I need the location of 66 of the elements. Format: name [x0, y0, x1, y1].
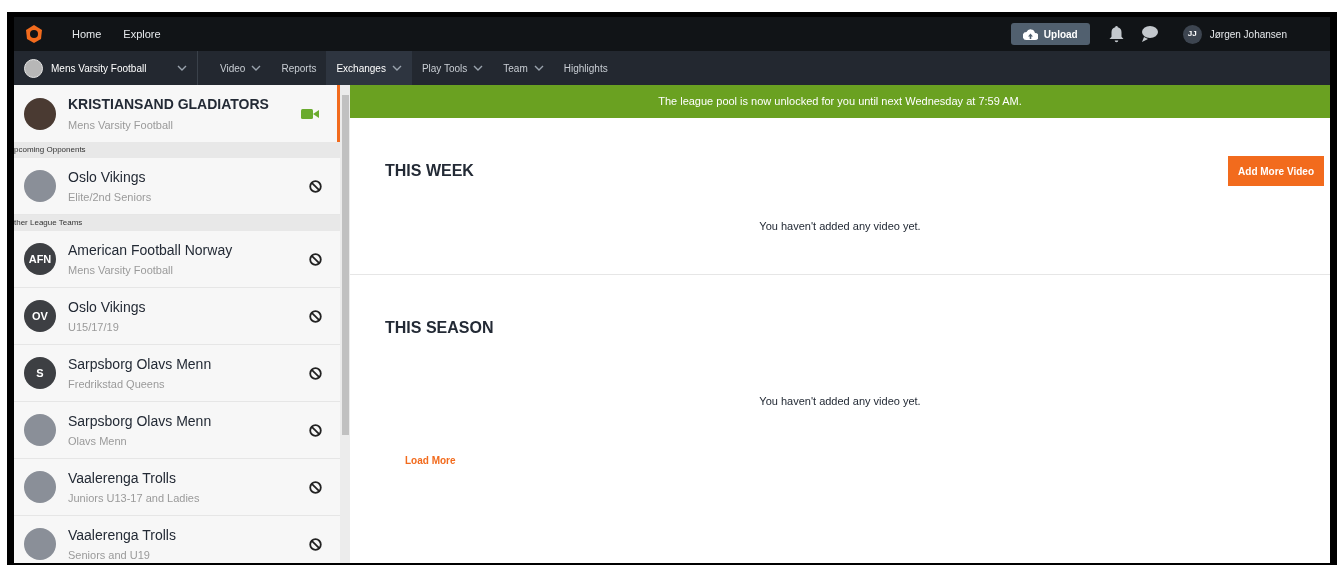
team-avatar: OV: [24, 300, 56, 332]
video-camera-icon[interactable]: [301, 107, 319, 120]
blocked-icon[interactable]: [309, 423, 322, 437]
scrollbar-thumb[interactable]: [342, 95, 349, 435]
chevron-down-icon: [473, 65, 484, 71]
team-photo: [24, 97, 56, 130]
team-row[interactable]: Sarpsborg Olavs Menn Olavs Menn: [14, 402, 340, 459]
team-avatar: S: [24, 357, 56, 389]
nav-link[interactable]: Home: [72, 25, 102, 43]
blocked-icon[interactable]: [309, 480, 322, 494]
team-subtitle: Fredrikstad Queens: [68, 376, 166, 392]
team-name: KRISTIANSAND GLADIATORS: [68, 94, 270, 114]
nav-tab[interactable]: Exchanges: [326, 51, 412, 85]
team-name: Sarpsborg Olavs Menn: [68, 411, 213, 431]
section-title: THIS SEASON: [385, 318, 495, 338]
team-name: Vaalerenga Trolls: [68, 525, 177, 545]
nav-tab[interactable]: Play Tools: [411, 51, 494, 85]
team-logo-icon: [24, 58, 43, 78]
nav-tab[interactable]: Team: [493, 51, 554, 85]
team-row[interactable]: S Sarpsborg Olavs Menn Fredrikstad Queens: [14, 345, 340, 402]
section-header: ther League Teams: [14, 215, 340, 231]
chevron-down-icon: [177, 65, 187, 71]
team-subtitle: U15/17/19: [68, 319, 120, 335]
blocked-icon[interactable]: [309, 309, 322, 323]
team-row[interactable]: Vaalerenga Trolls Juniors U13-17 and Ladies: [14, 459, 340, 516]
empty-message: You haven't added any video yet.: [759, 219, 921, 234]
team-row[interactable]: Vaalerenga Trolls Seniors and U19: [14, 516, 340, 563]
team-photo: [24, 471, 56, 503]
cloud-upload-icon: [1022, 28, 1038, 40]
nav-link[interactable]: Explore: [123, 25, 161, 43]
upload-button[interactable]: Upload: [1010, 23, 1090, 45]
nav-tab[interactable]: Highlights: [553, 51, 618, 85]
blocked-icon[interactable]: [309, 252, 322, 266]
chevron-down-icon: [251, 65, 262, 71]
team-name: Oslo Vikings: [68, 297, 147, 317]
team-photo: [24, 170, 56, 202]
bell-icon[interactable]: [1107, 24, 1125, 44]
team-subtitle: Seniors and U19: [68, 547, 151, 563]
blocked-icon[interactable]: [309, 537, 322, 551]
team-photo: [24, 528, 56, 560]
blocked-icon[interactable]: [309, 179, 322, 193]
team-avatar: AFN: [24, 243, 56, 275]
section-title: THIS WEEK: [385, 161, 474, 181]
team-row[interactable]: AFN American Football Norway Mens Varsity Football: [14, 231, 340, 288]
empty-message: You haven't added any video yet.: [759, 394, 921, 409]
chevron-down-icon: [391, 65, 402, 71]
team-name: American Football Norway: [68, 240, 234, 260]
user-avatar[interactable]: JJ: [1182, 24, 1202, 44]
team-subtitle: Mens Varsity Football: [68, 262, 174, 278]
blocked-icon[interactable]: [309, 366, 322, 380]
team-row[interactable]: OV Oslo Vikings U15/17/19: [14, 288, 340, 345]
logo-icon[interactable]: [24, 24, 44, 44]
user-name[interactable]: Jørgen Johansen: [1209, 26, 1287, 42]
team-subtitle: Juniors U13-17 and Ladies: [68, 490, 201, 506]
team-name: Oslo Vikings: [68, 167, 147, 187]
team-subtitle: Mens Varsity Football: [68, 117, 174, 133]
nav-tab[interactable]: Video: [210, 51, 272, 85]
team-name: Sarpsborg Olavs Menn: [68, 354, 213, 374]
team-photo: [24, 414, 56, 446]
section-header: pcoming Opponents: [14, 142, 340, 158]
chevron-down-icon: [533, 65, 544, 71]
notice-banner: The league pool is now unlocked for you until next Wednesday at 7:59 AM.: [350, 85, 1330, 118]
team-subtitle: Elite/2nd Seniors: [68, 189, 153, 205]
team-name: Vaalerenga Trolls: [68, 468, 177, 488]
nav-tab[interactable]: Reports: [271, 51, 327, 85]
team-subtitle: Olavs Menn: [68, 433, 128, 449]
